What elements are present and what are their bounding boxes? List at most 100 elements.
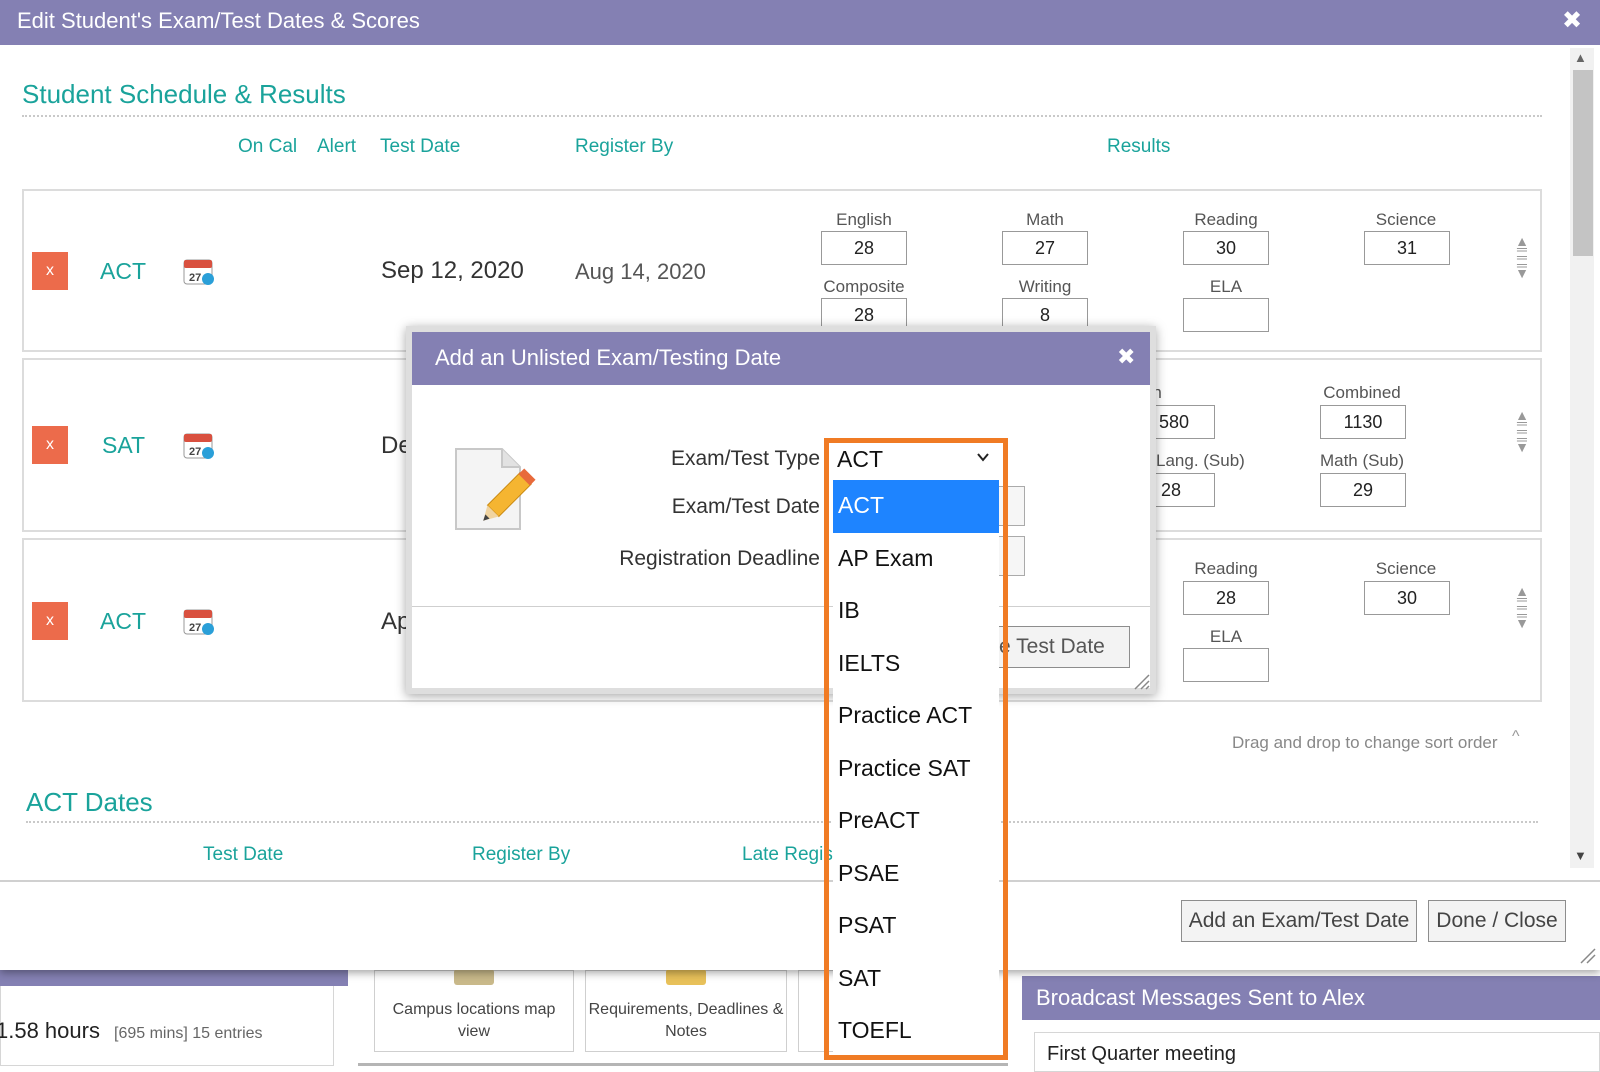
exam-type-option[interactable]: PreACT <box>833 795 999 848</box>
col-results: Results <box>1107 136 1171 157</box>
exam-type-option[interactable]: AP Exam <box>833 533 999 586</box>
score-input[interactable]: 28 <box>1183 581 1269 615</box>
score-label: Reading <box>1194 210 1258 229</box>
score-label: Science <box>1375 559 1437 578</box>
drag-handle-icon[interactable]: ▲ ═ ═ ═ ▼ <box>1514 234 1530 280</box>
score-label: Science <box>1375 210 1437 229</box>
collapse-caret-icon[interactable]: ^ <box>1512 728 1520 746</box>
calendar-icon[interactable]: 27 <box>183 430 217 460</box>
row-test-date: Sep 12, 2020 <box>381 257 524 284</box>
add-exam-date-button[interactable]: Add an Exam/Test Date <box>1181 900 1417 942</box>
calendar-icon[interactable]: 27 <box>183 256 217 286</box>
score-input[interactable]: 28 <box>1148 473 1215 507</box>
exam-type-label: Exam/Test Type <box>670 447 820 470</box>
score-label: Reading <box>1194 559 1258 578</box>
score-input[interactable]: 28 <box>821 231 907 265</box>
exam-name: ACT <box>100 258 146 284</box>
score-input[interactable]: 31 <box>1364 231 1450 265</box>
exam-type-option[interactable]: IELTS <box>833 638 999 691</box>
score-input[interactable] <box>1183 648 1269 682</box>
modal-divider <box>412 606 1150 607</box>
exam-type-option[interactable]: PSAT <box>833 900 999 953</box>
score-label: ELA <box>1209 627 1243 646</box>
scroll-up-icon[interactable]: ▲ <box>1574 50 1587 65</box>
background-header-strip <box>0 970 348 986</box>
schedule-section-title: Student Schedule & Results <box>22 79 346 109</box>
notes-icon <box>666 969 706 985</box>
done-close-button[interactable]: Done / Close <box>1428 900 1566 942</box>
registration-deadline-label: Registration Deadline <box>619 547 820 570</box>
col-test-date: Test Date <box>203 844 284 865</box>
requirements-tile-label: Requirements, Deadlines & Notes <box>588 1001 784 1040</box>
save-test-date-button[interactable]: e Test Date <box>988 626 1130 668</box>
exam-type-option[interactable]: IB <box>833 585 999 638</box>
delete-row-button[interactable]: x <box>32 252 68 290</box>
sort-hint: Drag and drop to change sort order <box>1232 733 1498 752</box>
score-label: Math <box>1026 210 1064 229</box>
score-label: Combined <box>1323 383 1401 402</box>
col-late-registration: Late Regis <box>742 844 833 865</box>
drag-handle-icon[interactable]: ▲ ═ ═ ═ ▼ <box>1514 584 1530 630</box>
score-label: Lang. (Sub) <box>1156 451 1245 470</box>
score-input[interactable]: 580 <box>1148 405 1215 439</box>
scrollbar-thumb[interactable] <box>1573 70 1593 256</box>
exam-name: ACT <box>100 608 146 634</box>
broadcast-header: Broadcast Messages Sent to Alex <box>1022 976 1600 1020</box>
score-input[interactable]: 29 <box>1320 473 1406 507</box>
score-input[interactable] <box>1183 298 1269 332</box>
col-register-by: Register By <box>575 136 674 157</box>
svg-text:27: 27 <box>189 446 201 458</box>
exam-name: SAT <box>102 432 146 458</box>
exam-type-option[interactable]: ACT <box>833 480 999 533</box>
exam-type-select[interactable]: ACT <box>833 444 999 480</box>
modal-title: Add an Unlisted Exam/Testing Date <box>435 345 782 370</box>
section-divider <box>22 115 1542 117</box>
exam-type-option[interactable]: Practice ACT <box>833 690 999 743</box>
chevron-down-icon[interactable] <box>976 450 990 464</box>
drag-handle-icon[interactable]: ▲ ═ ═ ═ ▼ <box>1514 408 1530 454</box>
requirements-tile[interactable]: Requirements, Deadlines & Notes <box>585 969 787 1052</box>
resize-grip-icon[interactable] <box>1576 944 1596 964</box>
map-icon <box>454 969 494 985</box>
calendar-icon[interactable]: 27 <box>183 606 217 636</box>
score-input[interactable]: 27 <box>1002 231 1088 265</box>
exam-type-option[interactable]: TOEFL <box>833 1005 999 1058</box>
score-input[interactable]: 30 <box>1364 581 1450 615</box>
score-label: Math (Sub) <box>1319 451 1405 470</box>
scroll-down-icon[interactable]: ▼ <box>1574 848 1587 863</box>
dialog-title: Edit Student's Exam/Test Dates & Scores <box>17 8 420 33</box>
score-input[interactable]: 30 <box>1183 231 1269 265</box>
col-test-date: Test Date <box>380 136 461 157</box>
dialog-close-icon[interactable]: ✖ <box>1562 6 1582 35</box>
campus-map-tile-label: Campus locations map view <box>392 1001 556 1040</box>
delete-row-button[interactable]: x <box>32 602 68 640</box>
exam-type-option[interactable]: SAT <box>833 953 999 1006</box>
score-label: ELA <box>1209 277 1243 296</box>
dialog-footer-divider <box>0 880 1600 882</box>
exam-type-options: ACT AP Exam IB IELTS Practice ACT Practice SA… <box>833 480 999 1054</box>
exam-type-option[interactable]: Practice SAT <box>833 743 999 796</box>
svg-text:27: 27 <box>189 622 201 634</box>
col-on-cal: On Cal <box>238 136 298 157</box>
row-register-by: Aug 14, 2020 <box>575 259 706 284</box>
campus-map-tile[interactable]: Campus locations map view <box>374 969 574 1052</box>
partial-tile[interactable] <box>798 970 838 1052</box>
score-label: Composite <box>823 277 905 296</box>
hours-detail: [695 mins] 15 entries <box>114 1025 263 1042</box>
section-divider <box>26 821 1538 823</box>
delete-row-button[interactable]: x <box>32 426 68 464</box>
score-label: Writing <box>1018 277 1072 296</box>
hours-total: 1.58 hours <box>0 1018 100 1043</box>
act-dates-title: ACT Dates <box>26 787 153 817</box>
broadcast-message-item[interactable]: First Quarter meeting <box>1034 1032 1600 1072</box>
exam-date-label: Exam/Test Date <box>671 495 820 518</box>
col-alert: Alert <box>317 136 357 157</box>
edit-document-icon <box>455 448 536 530</box>
modal-close-icon[interactable]: ✖ <box>1117 344 1135 370</box>
col-register-by: Register By <box>472 844 571 865</box>
svg-text:27: 27 <box>189 272 201 284</box>
modal-resize-grip-icon[interactable] <box>1132 672 1150 690</box>
score-label: English <box>836 210 892 229</box>
exam-type-option[interactable]: PSAE <box>833 848 999 901</box>
score-input[interactable]: 1130 <box>1320 405 1406 439</box>
